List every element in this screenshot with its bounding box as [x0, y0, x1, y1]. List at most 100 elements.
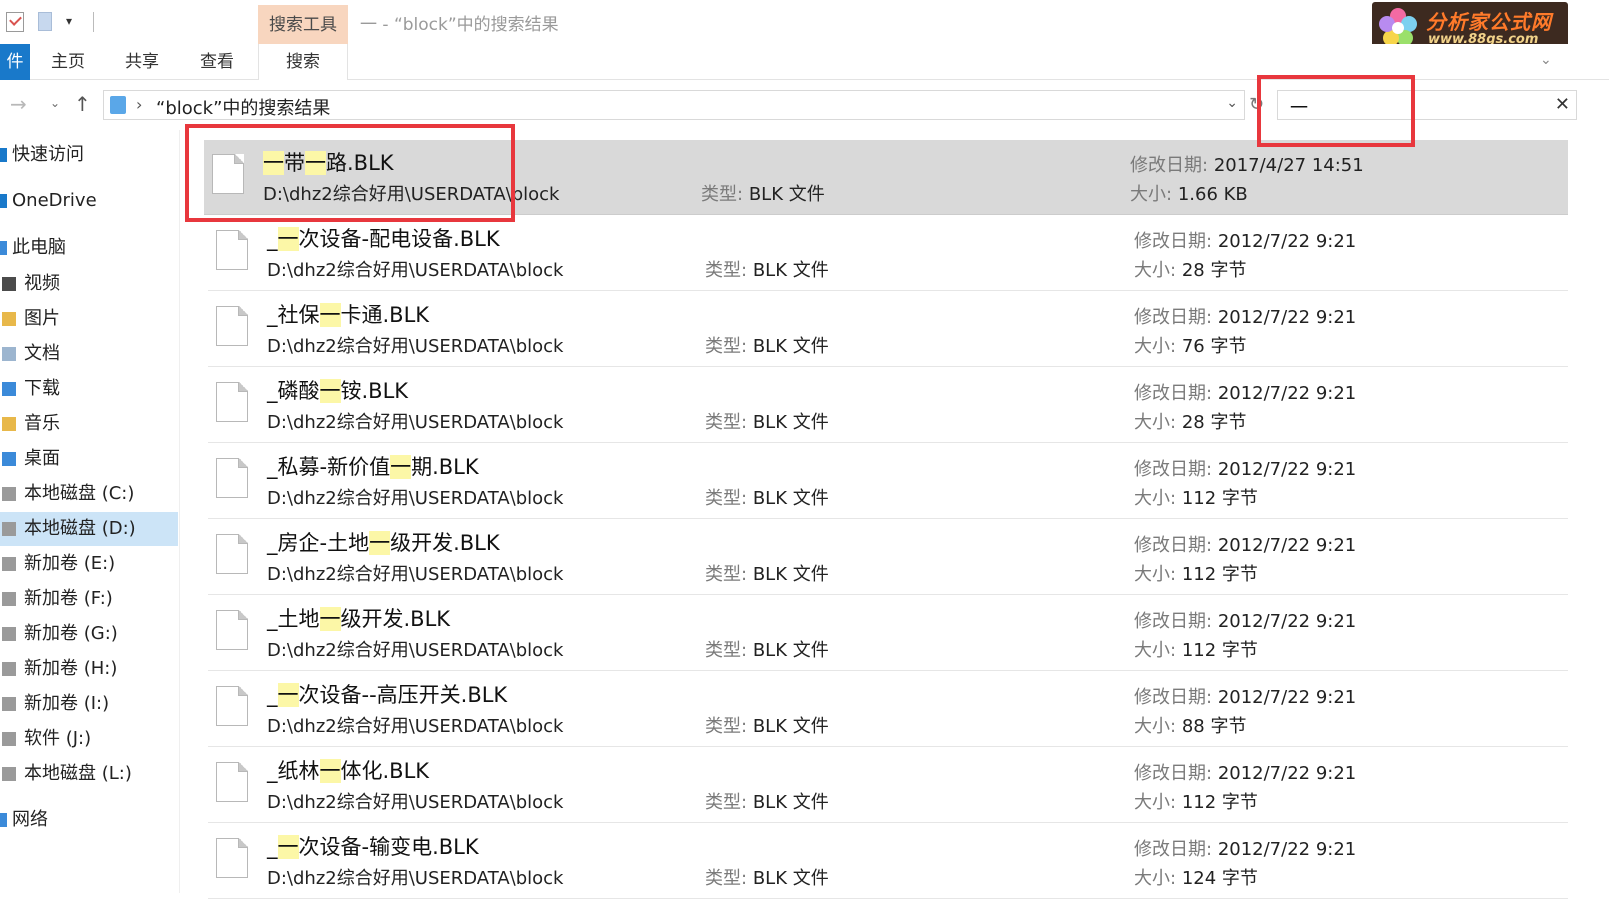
blank-file-icon: [216, 762, 248, 802]
file-type-value: BLK 文件: [752, 260, 829, 281]
file-name[interactable]: _一次设备-配电设备.BLK: [267, 223, 500, 253]
file-modified: 修改日期: 2012/7/22 9:21: [1134, 455, 1356, 481]
tab-file[interactable]: 件: [0, 44, 30, 80]
drive-icon: [2, 697, 16, 711]
new-folder-icon[interactable]: [38, 12, 52, 31]
file-row[interactable]: _一次设备-配电设备.BLK D:\dhz2综合好用\USERDATA\block…: [208, 216, 1568, 291]
sidebar-item[interactable]: 新加卷 (I:): [0, 687, 178, 721]
toolbar-divider: [93, 12, 94, 32]
sidebar-item-label: 此电脑: [12, 237, 66, 258]
sidebar-item-label: 本地磁盘 (D:): [24, 518, 136, 539]
downloads-folder-icon: [2, 382, 16, 396]
sidebar-item[interactable]: 本地磁盘 (L:): [0, 757, 178, 791]
tab-view[interactable]: 查看: [200, 44, 234, 80]
file-name[interactable]: _私募-新价值一期.BLK: [267, 451, 479, 481]
file-size-label: 大小:: [1134, 564, 1177, 585]
sidebar-item-label: 文档: [24, 343, 60, 364]
file-row[interactable]: _一次设备--高压开关.BLK D:\dhz2综合好用\USERDATA\bloc…: [208, 672, 1568, 747]
sidebar-item[interactable]: 新加卷 (E:): [0, 547, 178, 581]
blank-file-icon: [212, 154, 244, 194]
sidebar-item-label: 图片: [24, 308, 60, 329]
file-name[interactable]: _社保一卡通.BLK: [267, 299, 429, 329]
sidebar-item[interactable]: 文档: [0, 337, 178, 371]
sidebar-item[interactable]: 网络: [0, 803, 178, 837]
search-input[interactable]: 一 ✕: [1277, 90, 1577, 120]
drive-icon: [2, 522, 16, 536]
file-modified-label: 修改日期:: [1130, 155, 1209, 176]
network-icon: [0, 813, 7, 827]
file-row[interactable]: 一带一路.BLK D:\dhz2综合好用\USERDATA\block 类型: BL…: [204, 140, 1568, 215]
sidebar-item[interactable]: 本地磁盘 (D:): [0, 512, 178, 546]
file-modified: 修改日期: 2012/7/22 9:21: [1134, 607, 1356, 633]
file-type: 类型: BLK 文件: [705, 484, 829, 510]
file-name[interactable]: _纸林一体化.BLK: [267, 755, 429, 785]
file-size: 大小: 88 字节: [1134, 712, 1246, 738]
search-match-highlight: 一: [319, 759, 341, 783]
tab-search[interactable]: 搜索: [258, 44, 348, 81]
file-name[interactable]: _一次设备--高压开关.BLK: [267, 679, 507, 709]
breadcrumb-chevron-icon[interactable]: ›: [136, 95, 142, 114]
file-path: D:\dhz2综合好用\USERDATA\block: [267, 484, 563, 510]
clear-search-icon[interactable]: ✕: [1555, 94, 1570, 115]
sidebar-item[interactable]: 新加卷 (F:): [0, 582, 178, 616]
file-path: D:\dhz2综合好用\USERDATA\block: [267, 256, 563, 282]
sidebar-item[interactable]: 快速访问: [0, 138, 178, 172]
file-row[interactable]: _土地一级开发.BLK D:\dhz2综合好用\USERDATA\block 类型:…: [208, 596, 1568, 671]
address-bar[interactable]: › “block”中的搜索结果 ⌄: [103, 90, 1245, 120]
file-type: 类型: BLK 文件: [705, 636, 829, 662]
file-modified-label: 修改日期:: [1134, 459, 1213, 480]
file-type-label: 类型:: [705, 716, 748, 737]
sidebar-item[interactable]: 新加卷 (H:): [0, 652, 178, 686]
properties-check-icon[interactable]: [6, 12, 24, 32]
sidebar-item[interactable]: 新加卷 (G:): [0, 617, 178, 651]
quick-access-dropdown-icon[interactable]: ▾: [66, 14, 72, 28]
file-type: 类型: BLK 文件: [705, 864, 829, 890]
sidebar-item[interactable]: OneDrive: [0, 184, 178, 218]
file-name[interactable]: _土地一级开发.BLK: [267, 603, 450, 633]
sidebar-item-label: 音乐: [24, 413, 60, 434]
file-name[interactable]: _一次设备-输变电.BLK: [267, 831, 479, 861]
search-query[interactable]: 一: [1290, 94, 1308, 120]
file-row[interactable]: _磷酸一铵.BLK D:\dhz2综合好用\USERDATA\block 类型: B…: [208, 368, 1568, 443]
file-row[interactable]: _房企-土地一级开发.BLK D:\dhz2综合好用\USERDATA\block…: [208, 520, 1568, 595]
sidebar-item[interactable]: 软件 (J:): [0, 722, 178, 756]
file-size-label: 大小:: [1134, 336, 1177, 357]
refresh-icon[interactable]: ↻: [1249, 94, 1264, 115]
file-name[interactable]: _磷酸一铵.BLK: [267, 375, 408, 405]
file-type: 类型: BLK 文件: [701, 180, 825, 206]
recent-locations-chevron-icon[interactable]: ⌄: [50, 96, 60, 110]
file-size-value: 88 字节: [1181, 716, 1247, 737]
sidebar-item[interactable]: 桌面: [0, 442, 178, 476]
sidebar-item[interactable]: 音乐: [0, 407, 178, 441]
sidebar-item-label: 新加卷 (I:): [24, 693, 110, 714]
search-match-highlight: 一: [390, 455, 412, 479]
forward-arrow-icon[interactable]: →: [10, 92, 27, 116]
file-name[interactable]: _房企-土地一级开发.BLK: [267, 527, 500, 557]
file-size: 大小: 112 字节: [1134, 484, 1258, 510]
logo-text: 分析家公式网: [1426, 10, 1552, 34]
ribbon-expand-icon[interactable]: ⌄: [1540, 52, 1552, 68]
navigation-pane: 快速访问 OneDrive 此电脑视频图片文档下载音乐桌面 本地磁盘 (C:) 本地磁盘…: [0, 130, 180, 893]
tab-home[interactable]: 主页: [51, 44, 85, 80]
file-row[interactable]: _社保一卡通.BLK D:\dhz2综合好用\USERDATA\block 类型: …: [208, 292, 1568, 367]
file-type-label: 类型:: [705, 260, 748, 281]
address-dropdown-icon[interactable]: ⌄: [1226, 95, 1238, 111]
file-row[interactable]: _私募-新价值一期.BLK D:\dhz2综合好用\USERDATA\block 类…: [208, 444, 1568, 519]
sidebar-item[interactable]: 视频: [0, 267, 178, 301]
sidebar-item-label: 快速访问: [12, 144, 84, 165]
tab-share[interactable]: 共享: [125, 44, 159, 80]
sidebar-item[interactable]: 图片: [0, 302, 178, 336]
file-type-label: 类型:: [705, 412, 748, 433]
sidebar-item[interactable]: 下载: [0, 372, 178, 406]
file-row[interactable]: _一次设备-输变电.BLK D:\dhz2综合好用\USERDATA\block 类…: [208, 824, 1568, 899]
file-modified: 修改日期: 2012/7/22 9:21: [1134, 303, 1356, 329]
sidebar-item[interactable]: 此电脑: [0, 231, 178, 265]
breadcrumb[interactable]: “block”中的搜索结果: [156, 94, 330, 120]
file-row[interactable]: _纸林一体化.BLK D:\dhz2综合好用\USERDATA\block 类型: …: [208, 748, 1568, 823]
file-modified: 修改日期: 2012/7/22 9:21: [1134, 379, 1356, 405]
file-modified-label: 修改日期:: [1134, 763, 1213, 784]
file-name[interactable]: 一带一路.BLK: [263, 147, 394, 177]
up-arrow-icon[interactable]: ↑: [74, 92, 91, 116]
file-type-value: BLK 文件: [752, 488, 829, 509]
sidebar-item[interactable]: 本地磁盘 (C:): [0, 477, 178, 511]
